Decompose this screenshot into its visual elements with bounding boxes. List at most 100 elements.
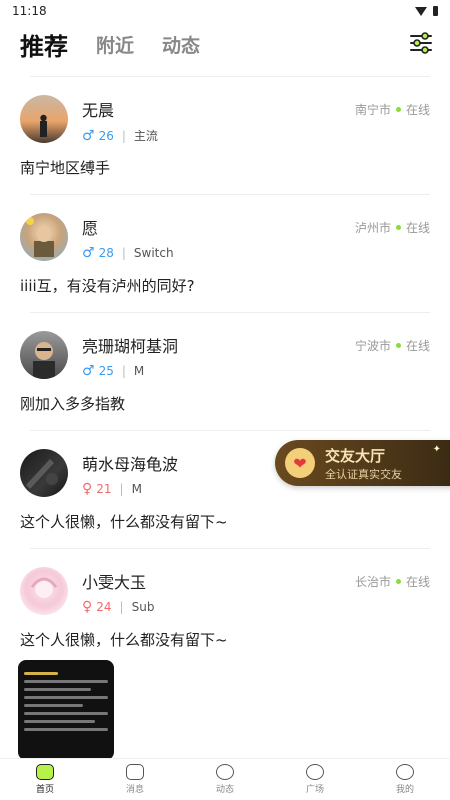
separator: |	[119, 482, 124, 496]
thumb-line	[24, 696, 108, 699]
tab-recommend[interactable]: 推荐	[20, 27, 68, 64]
thumb-line	[24, 728, 108, 731]
tab-label: 首页	[35, 785, 54, 795]
online-status: 在线	[405, 221, 430, 235]
user-age: 26	[98, 128, 114, 143]
wifi-icon	[415, 6, 427, 16]
user-tag: Switch	[133, 246, 174, 260]
user-card[interactable]: 亮珊瑚柯基洞 ♂ 25 | M 宁波市 在线 刚加入多多指教	[0, 313, 450, 430]
thumb-line	[24, 712, 108, 715]
user-tag: 主流	[133, 129, 158, 143]
user-card[interactable]: 愿 ♂ 28 | Switch 泸州市 在线 iiii互，有没有泸州的同好?	[0, 195, 450, 312]
online-dot	[395, 225, 401, 230]
user-age: 24	[96, 600, 112, 614]
user-bio: 刚加入多多指教	[20, 395, 126, 413]
avatar[interactable]	[20, 567, 68, 615]
online-status: 在线	[405, 575, 430, 589]
banner-subtitle: 全认证真实交友	[325, 467, 402, 481]
user-location: 泸州市 在线	[355, 219, 430, 236]
tab-label: 广场	[305, 785, 324, 795]
status-bar: 11:18	[0, 0, 450, 22]
user-city: 宁波市	[354, 339, 391, 353]
user-name: 无晨	[82, 101, 115, 120]
dating-hall-banner[interactable]: ❤ 交友大厅 全认证真实交友 ✦	[275, 440, 450, 486]
thumb-line	[24, 672, 58, 675]
thumb-line	[24, 688, 92, 691]
male-icon: ♂	[82, 245, 95, 261]
user-name: 愿	[82, 219, 99, 238]
online-dot	[395, 343, 401, 348]
avatar[interactable]	[20, 213, 68, 261]
tab-moments[interactable]: 动态	[162, 31, 200, 58]
user-location: 南宁市 在线	[355, 101, 430, 118]
top-nav: 推荐 附近 动态	[0, 24, 450, 64]
moments-icon	[216, 764, 234, 780]
thumb-line	[24, 680, 108, 683]
user-meta: ♀ 21 | M	[82, 481, 142, 497]
status-icons	[415, 6, 438, 16]
user-location: 宁波市 在线	[355, 337, 430, 354]
user-age: 25	[98, 364, 114, 378]
tab-messages[interactable]: 消息	[90, 759, 180, 800]
user-meta: ♂ 25 | M	[82, 363, 144, 379]
user-name: 亮珊瑚柯基洞	[82, 337, 179, 356]
online-status: 在线	[405, 339, 430, 353]
female-icon: ♀	[82, 481, 93, 497]
post-image[interactable]	[18, 660, 114, 760]
tab-label: 消息	[125, 785, 144, 795]
user-card[interactable]: 小雯大玉 ♀ 24 | Sub 长治市 在线 这个人很懒，什么都没有留下~	[0, 549, 450, 666]
user-meta: ♀ 24 | Sub	[82, 599, 154, 615]
user-feed: 无晨 ♂ 26 | 主流 南宁市 在线 南宁地区缚手 愿 ♂ 28 | Swit…	[0, 76, 450, 666]
heart-icon: ❤	[285, 448, 315, 478]
thumb-line	[24, 704, 83, 707]
separator: |	[121, 246, 126, 260]
banner-title: 交友大厅	[325, 446, 386, 465]
status-time: 11:18	[12, 4, 47, 18]
tab-square[interactable]: 广场	[270, 759, 360, 800]
avatar[interactable]	[20, 331, 68, 379]
female-icon: ♀	[82, 599, 93, 615]
sparkle-icon: ✦	[432, 444, 441, 455]
avatar[interactable]	[20, 449, 68, 497]
user-bio: 这个人很懒，什么都没有留下~	[20, 631, 228, 649]
user-tag: Sub	[131, 600, 155, 614]
banner-text: 交友大厅 全认证真实交友	[325, 445, 402, 482]
male-icon: ♂	[82, 127, 95, 144]
avatar[interactable]	[20, 95, 68, 143]
tab-moments-bottom[interactable]: 动态	[180, 759, 270, 800]
tab-nearby[interactable]: 附近	[96, 31, 134, 58]
thumb-line	[24, 720, 96, 723]
online-status: 在线	[405, 103, 430, 117]
separator: |	[119, 600, 124, 614]
user-name: 萌水母海龟波	[82, 455, 179, 474]
separator: |	[121, 364, 126, 378]
user-bio: 南宁地区缚手	[20, 159, 111, 177]
home-icon	[36, 764, 54, 780]
battery-icon	[433, 6, 438, 16]
user-city: 泸州市	[354, 221, 391, 235]
tab-home[interactable]: 首页	[0, 759, 90, 800]
message-icon	[126, 764, 144, 780]
profile-icon	[396, 764, 414, 780]
tab-label: 我的	[395, 785, 414, 795]
user-bio: iiii互，有没有泸州的同好?	[20, 277, 195, 295]
user-location: 长治市 在线	[355, 573, 430, 590]
online-dot	[395, 579, 401, 584]
user-city: 南宁市	[354, 103, 391, 117]
user-card[interactable]: 无晨 ♂ 26 | 主流 南宁市 在线 南宁地区缚手	[0, 77, 450, 194]
user-bio: 这个人很懒，什么都没有留下~	[20, 513, 228, 531]
user-name: 小雯大玉	[82, 573, 147, 592]
user-meta: ♂ 28 | Switch	[82, 245, 174, 261]
user-tag: M	[133, 364, 145, 378]
bottom-tab-bar: 首页 消息 动态 广场 我的	[0, 758, 450, 800]
user-age: 28	[98, 246, 114, 260]
online-dot	[395, 107, 401, 112]
user-meta: ♂ 26 | 主流	[82, 127, 158, 144]
filter-icon[interactable]	[408, 30, 434, 56]
tab-profile[interactable]: 我的	[360, 759, 450, 800]
user-city: 长治市	[354, 575, 391, 589]
tab-label: 动态	[215, 785, 234, 795]
user-age: 21	[96, 482, 112, 496]
planet-icon	[306, 764, 324, 780]
separator: |	[121, 128, 126, 143]
